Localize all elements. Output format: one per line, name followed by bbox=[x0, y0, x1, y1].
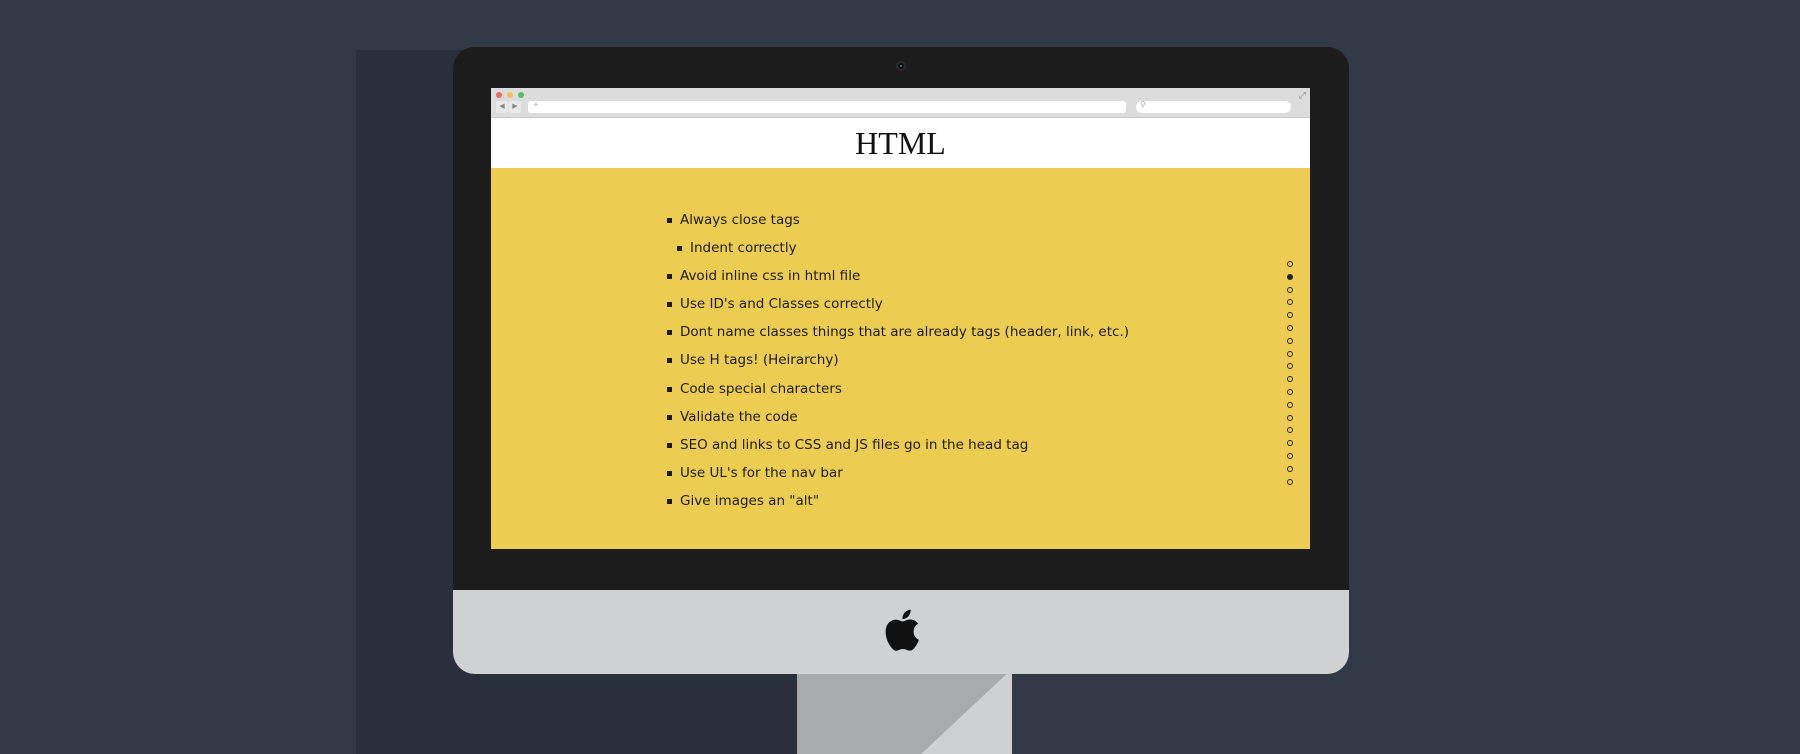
slide-content: Always close tags Indent correctly Avoid i… bbox=[491, 168, 1310, 549]
address-bar[interactable]: + bbox=[528, 100, 1126, 113]
slide-pager bbox=[1287, 261, 1293, 491]
pager-dot[interactable] bbox=[1287, 376, 1293, 383]
close-window-dot[interactable] bbox=[496, 92, 502, 98]
list-item: Give images an "alt" bbox=[667, 487, 1129, 515]
browser-chrome: ◀ ▶ + ⚲ ⤢ bbox=[491, 88, 1310, 118]
pager-dot[interactable] bbox=[1287, 414, 1293, 421]
pager-dot[interactable] bbox=[1287, 273, 1293, 280]
list-item: Code special characters bbox=[667, 375, 1129, 403]
list-item: Validate the code bbox=[667, 403, 1129, 431]
pager-dot[interactable] bbox=[1287, 363, 1293, 370]
pager-dot[interactable] bbox=[1287, 324, 1293, 331]
pager-dot[interactable] bbox=[1287, 261, 1293, 267]
pager-dot[interactable] bbox=[1287, 286, 1293, 293]
forward-arrow-icon[interactable]: ▶ bbox=[509, 101, 521, 113]
pager-dot[interactable] bbox=[1287, 401, 1293, 408]
tips-list: Always close tags Indent correctly Avoid i… bbox=[667, 206, 1129, 515]
pager-dot[interactable] bbox=[1287, 452, 1293, 459]
page-title: HTML bbox=[855, 125, 946, 161]
pager-dot[interactable] bbox=[1287, 299, 1293, 306]
search-icon: ⚲ bbox=[1140, 100, 1146, 109]
fullscreen-icon[interactable]: ⤢ bbox=[1299, 90, 1306, 101]
new-tab-icon[interactable]: + bbox=[533, 100, 539, 111]
pager-dot[interactable] bbox=[1287, 337, 1293, 344]
search-bar[interactable]: ⚲ bbox=[1136, 100, 1291, 113]
slide-header: HTML bbox=[491, 118, 1310, 168]
pager-dot[interactable] bbox=[1287, 440, 1293, 447]
maximize-window-dot[interactable] bbox=[518, 92, 524, 98]
camera-icon bbox=[896, 61, 906, 71]
apple-logo-icon bbox=[885, 609, 919, 651]
pager-dot[interactable] bbox=[1287, 350, 1293, 357]
pager-dot[interactable] bbox=[1287, 388, 1293, 395]
list-item: Use H tags! (Heirarchy) bbox=[667, 346, 1129, 374]
list-item: Use ID's and Classes correctly bbox=[667, 290, 1129, 318]
list-item: Use UL's for the nav bar bbox=[667, 459, 1129, 487]
list-item: Indent correctly bbox=[677, 234, 1129, 262]
pager-dot[interactable] bbox=[1287, 465, 1293, 472]
pager-dot[interactable] bbox=[1287, 478, 1293, 485]
list-item: Avoid inline css in html file bbox=[667, 262, 1129, 290]
list-item: Always close tags bbox=[667, 206, 1129, 234]
minimize-window-dot[interactable] bbox=[507, 92, 513, 98]
screen: ◀ ▶ + ⚲ ⤢ HTML Always close tags Indent c… bbox=[491, 88, 1310, 549]
pager-dot[interactable] bbox=[1287, 427, 1293, 434]
list-item: SEO and links to CSS and JS files go in … bbox=[667, 431, 1129, 459]
list-item: Dont name classes things that are alread… bbox=[667, 318, 1129, 346]
back-arrow-icon[interactable]: ◀ bbox=[496, 101, 508, 113]
pager-dot[interactable] bbox=[1287, 312, 1293, 319]
